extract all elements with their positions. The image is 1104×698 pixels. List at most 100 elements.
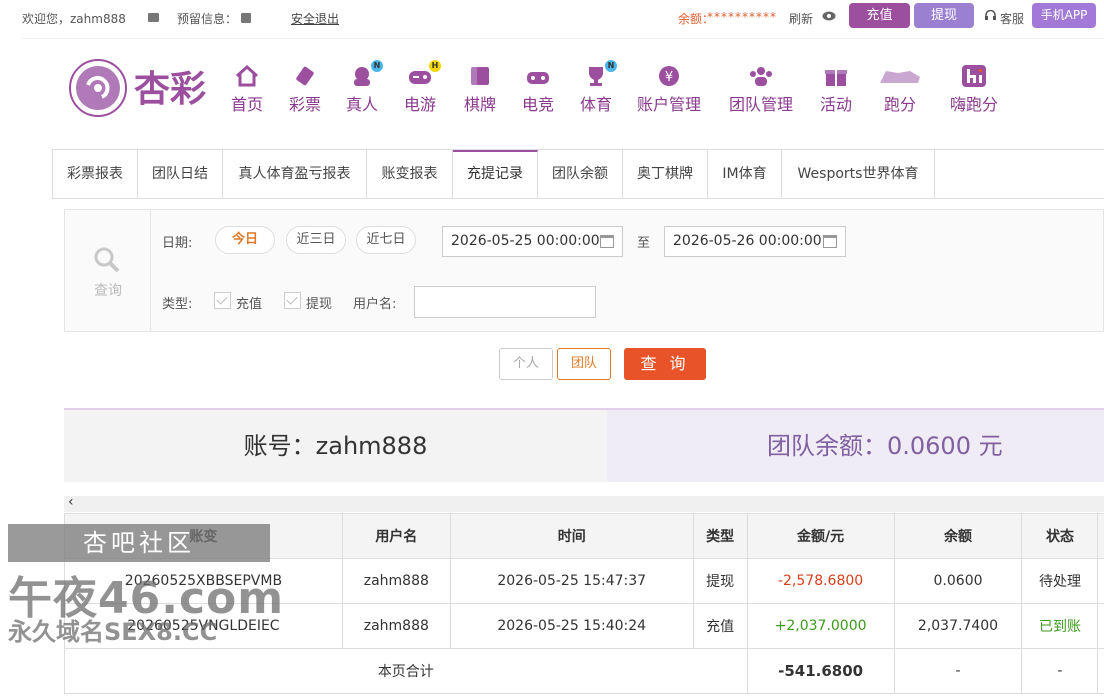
tab-account-change[interactable]: 账变报表	[367, 150, 453, 198]
tab-lottery-report[interactable]: 彩票报表	[53, 150, 138, 198]
team-balance-summary: 团队余额：0.0600 元	[607, 410, 1104, 482]
brand-logo[interactable]: 杏彩	[68, 57, 218, 119]
calendar-icon[interactable]	[823, 235, 837, 248]
summary-bar: 账号：zahm888 团队余额：0.0600 元	[64, 408, 1104, 482]
brand-name: 杏彩	[134, 69, 206, 110]
cell-amount: +2,037.0000	[746, 603, 895, 649]
col-header-amount: 金额/元	[746, 513, 895, 559]
tab-odin-chess[interactable]: 奥丁棋牌	[623, 150, 708, 198]
col-header-id: 账变	[64, 513, 343, 559]
col-header-balance: 余额	[893, 513, 1023, 559]
account-summary: 账号：zahm888	[64, 410, 607, 482]
filter-panel: 查询 日期: 今日 近三日 近七日 2026-05-25 00:00:00 至 …	[64, 209, 1104, 332]
tab-im-sports[interactable]: IM体育	[708, 150, 782, 198]
records-table: 账变 用户名 时间 类型 金额/元 余额 状态 20260525XBBSEPVM…	[64, 513, 1104, 694]
total-balance: -	[893, 648, 1023, 694]
tab-live-sports-report[interactable]: 真人体育盈亏报表	[223, 150, 367, 198]
gift-icon	[823, 65, 849, 87]
cell-id: 20260525VNGLDEIEC	[64, 603, 343, 649]
nav-esports[interactable]: 电竞	[520, 65, 556, 115]
username-label: 用户名:	[353, 297, 397, 312]
nav-lottery[interactable]: 彩票	[287, 65, 323, 115]
refresh-link[interactable]: 刷新	[789, 10, 813, 27]
username-input[interactable]	[414, 286, 596, 318]
col-header-user: 用户名	[341, 513, 451, 559]
report-tabs: 彩票报表 团队日结 真人体育盈亏报表 账变报表 充提记录 团队余额 奥丁棋牌 I…	[52, 149, 1104, 199]
tab-deposit-withdraw[interactable]: 充提记录	[453, 150, 538, 198]
new-badge: N	[605, 60, 617, 72]
withdraw-button[interactable]: 提现	[914, 3, 974, 28]
cell-time: 2026-05-25 15:40:24	[449, 603, 694, 649]
nav-promotions[interactable]: 活动	[818, 65, 854, 115]
cell-balance: 0.0600	[893, 558, 1023, 604]
tab-team-balance[interactable]: 团队余额	[538, 150, 623, 198]
nav-live[interactable]: N 真人	[344, 60, 383, 115]
withdraw-checkbox[interactable]	[284, 292, 301, 309]
headset-icon[interactable]	[985, 9, 996, 24]
customer-service-link[interactable]: 客服	[1000, 10, 1024, 27]
nav-slots[interactable]: H 电游	[402, 60, 441, 115]
col-header-time: 时间	[449, 513, 694, 559]
type-label: 类型:	[162, 297, 193, 312]
esports-controller-icon	[525, 65, 551, 87]
range-three-days[interactable]: 近三日	[286, 226, 346, 254]
nav-sports[interactable]: N 体育	[578, 60, 617, 115]
col-header-status: 状态	[1021, 513, 1099, 559]
total-amount: -541.6800	[746, 648, 895, 694]
query-label: 查询	[94, 283, 122, 299]
team-button[interactable]: 团队	[557, 348, 611, 380]
reserve-info-label: 预留信息：	[177, 12, 238, 26]
date-label: 日期:	[162, 236, 193, 251]
lottery-ticket-icon	[292, 65, 318, 87]
trophy-icon: N	[583, 60, 617, 87]
nav-team-management[interactable]: 团队管理	[726, 65, 796, 115]
range-seven-days[interactable]: 近七日	[356, 226, 416, 254]
cell-amount: -2,578.6800	[746, 558, 895, 604]
recharge-button[interactable]: 充值	[849, 3, 910, 28]
nav-account-management[interactable]: ¥ 账户管理	[634, 65, 704, 115]
balance-value: **********	[707, 10, 777, 24]
cell-balance: 2,037.7400	[893, 603, 1023, 649]
cell-user: zahm888	[341, 558, 451, 604]
query-button[interactable]: 查 询	[624, 348, 706, 380]
table-total-row: 本页合计 -541.6800 - -	[64, 648, 1104, 694]
tab-team-daily[interactable]: 团队日结	[138, 150, 223, 198]
tab-wesports[interactable]: Wesports世界体育	[782, 150, 935, 198]
nav-score-run[interactable]: 跑分	[878, 65, 922, 115]
yen-coin-icon: ¥	[656, 65, 682, 87]
cell-status: 已到账	[1021, 603, 1099, 649]
date-from-field[interactable]: 2026-05-25 00:00:00	[442, 226, 623, 257]
query-sidebar: 查询	[65, 210, 151, 331]
recharge-checkbox[interactable]	[214, 292, 231, 309]
calendar-icon[interactable]	[600, 235, 614, 248]
hot-badge: H	[429, 60, 441, 72]
cell-type: 提现	[692, 558, 748, 604]
top-bar: 欢迎您，zahm888 预留信息： 安全退出 余额： ********** 刷新…	[0, 0, 1104, 36]
main-header: 杏彩 首页 彩票 N 真人 H 电游 棋牌 电竞 N 体育 ¥ 账户管理 团队管…	[22, 38, 1104, 136]
nav-chess-cards[interactable]: 棋牌	[462, 65, 498, 115]
cell-time: 2026-05-25 15:47:37	[449, 558, 694, 604]
gamepad-icon: H	[407, 60, 441, 87]
withdraw-checkbox-label: 提现	[306, 297, 333, 312]
range-today[interactable]: 今日	[215, 226, 275, 254]
welcome-text: 欢迎您，zahm888	[22, 12, 126, 26]
chevron-left-icon[interactable]: ‹	[68, 494, 74, 510]
logout-link[interactable]: 安全退出	[291, 10, 339, 27]
new-badge: N	[371, 60, 383, 72]
table-row: 20260525VNGLDEIEC zahm888 2026-05-25 15:…	[64, 603, 1104, 649]
table-header-row: 账变 用户名 时间 类型 金额/元 余额 状态	[64, 513, 1104, 559]
personal-button[interactable]: 个人	[499, 348, 553, 380]
hi-icon	[961, 65, 987, 87]
mail-icon[interactable]	[148, 10, 159, 24]
date-to-field[interactable]: 2026-05-26 00:00:00	[664, 226, 846, 257]
table-row: 20260525XBBSEPVMB zahm888 2026-05-25 15:…	[64, 558, 1104, 604]
mobile-app-button[interactable]: 手机APP	[1032, 3, 1096, 28]
cell-type: 充值	[692, 603, 748, 649]
nav-home[interactable]: 首页	[229, 64, 265, 115]
rhino-icon	[878, 65, 922, 87]
eye-icon[interactable]	[822, 10, 836, 24]
horizontal-scrollbar[interactable]: ‹	[64, 494, 1104, 512]
team-icon	[748, 65, 774, 87]
edit-icon[interactable]	[241, 10, 251, 24]
nav-hi-score-run[interactable]: 嗨跑分	[946, 65, 1002, 115]
